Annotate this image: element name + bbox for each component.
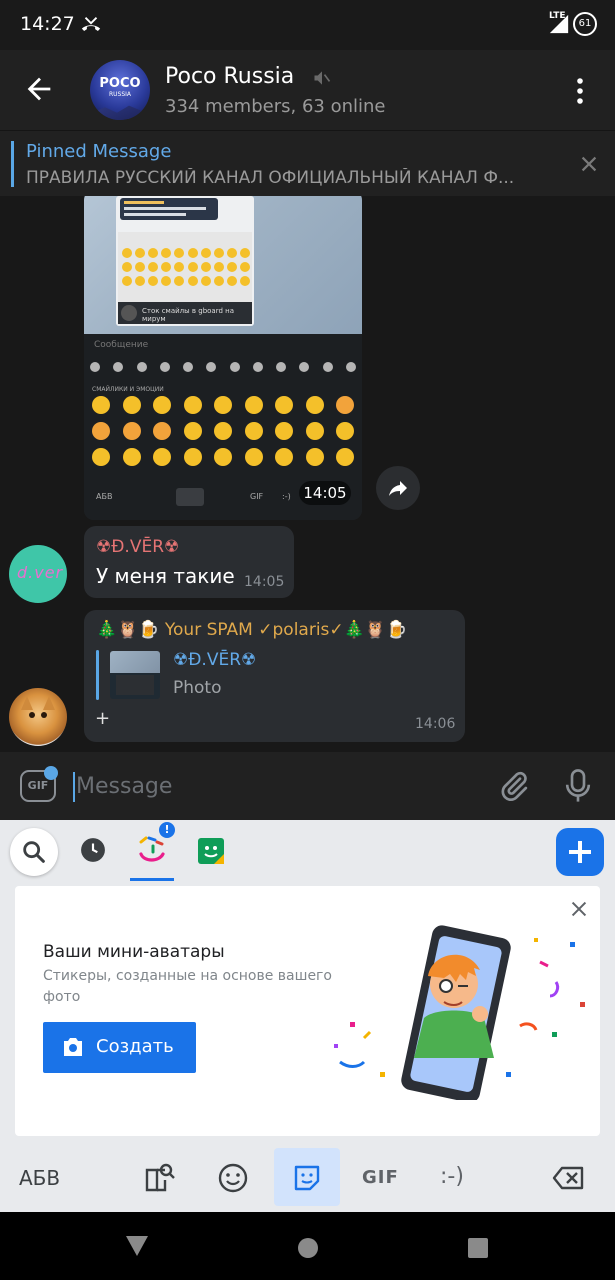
status-time: 14:27 xyxy=(20,13,75,35)
keyboard-search-tab[interactable] xyxy=(10,828,58,876)
pinned-text: ПРАВИЛА РУССКИЙ КАНАЛ ОФИЦИАЛЬНЫЙ КАНАЛ … xyxy=(26,168,515,188)
photo-chat-preview: Сток смайлы в gboard на мирум xyxy=(84,196,362,334)
signal-icon xyxy=(549,14,569,34)
photo-gif: GIF xyxy=(250,492,264,501)
chat-subtitle: 334 members, 63 online xyxy=(165,96,386,117)
gif-key[interactable]: GIF xyxy=(362,1167,399,1188)
message-text: + xyxy=(95,708,111,729)
pinned-title: Pinned Message xyxy=(26,141,172,162)
microphone-icon[interactable] xyxy=(563,768,593,804)
status-bar: 14:27 LTE 61 xyxy=(0,0,615,50)
nested-bubble xyxy=(120,198,218,220)
user-avatar[interactable]: d.ver xyxy=(9,545,67,603)
cat-avatar[interactable] xyxy=(9,688,67,746)
gif-badge xyxy=(44,766,58,780)
message-text: У меня такие xyxy=(96,564,235,588)
photo-message[interactable]: Сток смайлы в gboard на мирум Сообщение … xyxy=(84,196,362,520)
system-nav-bar xyxy=(0,1212,615,1280)
nav-home-icon[interactable] xyxy=(298,1238,318,1258)
nested-emoji-grid xyxy=(118,232,252,302)
more-vert-icon[interactable] xyxy=(570,76,590,106)
photo-input-placeholder: Сообщение xyxy=(94,340,149,350)
card-title: Ваши мини-аватары xyxy=(43,942,225,962)
paperclip-icon[interactable] xyxy=(498,770,530,802)
avatar-illustration xyxy=(334,925,585,1100)
battery-indicator: 61 xyxy=(573,12,597,36)
new-badge: ! xyxy=(159,822,175,838)
photo-category-header: СМАЙЛИКИ И ЭМОЦИИ xyxy=(92,386,164,393)
photo-selected-tab xyxy=(176,488,204,506)
add-button[interactable] xyxy=(556,828,604,876)
keyboard-tabs: ! xyxy=(0,820,615,884)
message-sender[interactable]: 🎄🦉🍺 Your SPAM ✓polaris✓🎄🦉🍺 xyxy=(96,620,407,640)
emoji-icon[interactable] xyxy=(215,1160,251,1196)
group-avatar[interactable]: POCO RUSSIA xyxy=(90,60,150,120)
photo-time: 14:05 xyxy=(299,481,351,505)
photo-emoticon: :-) xyxy=(282,492,291,501)
nav-back-icon[interactable] xyxy=(126,1236,148,1256)
sticker-key-icon xyxy=(294,1165,320,1191)
chat-title[interactable]: Poco Russia xyxy=(165,64,294,89)
sticker-icon[interactable] xyxy=(196,836,226,866)
active-tab-indicator xyxy=(130,878,174,881)
photo-abv: АБВ xyxy=(96,492,113,501)
quoted-sender[interactable]: ☢Đ.VĒR☢ xyxy=(173,650,256,670)
message-time: 14:06 xyxy=(415,716,456,732)
avatar-logo-sub: RUSSIA xyxy=(108,91,132,98)
text-cursor xyxy=(73,772,75,802)
text-message[interactable]: ☢Đ.VĒR☢ У меня такие 14:05 xyxy=(84,526,294,598)
message-input[interactable]: Message xyxy=(76,774,172,799)
avatar-logo: POCO xyxy=(99,76,141,91)
reply-message[interactable]: 🎄🦉🍺 Your SPAM ✓polaris✓🎄🦉🍺 ☢Đ.VĒR☢ Photo… xyxy=(84,610,465,742)
close-icon[interactable] xyxy=(568,898,590,920)
photo-emoji-grid xyxy=(92,396,354,474)
search-icon xyxy=(23,841,45,863)
chat-header: POCO RUSSIA Poco Russia 334 members, 63 … xyxy=(0,50,615,130)
nested-caption-text: Сток смайлы в gboard на мирум xyxy=(142,307,234,323)
message-time: 14:05 xyxy=(244,574,285,590)
abc-key[interactable]: АБВ xyxy=(19,1166,60,1190)
nav-recents-icon[interactable] xyxy=(468,1238,488,1258)
search-image-icon[interactable] xyxy=(141,1160,177,1196)
backspace-icon[interactable] xyxy=(551,1160,587,1196)
gboard-keyboard: ! Ваши мини-аватары Стикеры, созданные н… xyxy=(0,820,615,1212)
muted-icon xyxy=(314,71,331,85)
quote-bar xyxy=(96,650,99,700)
quoted-text: Photo xyxy=(173,678,222,698)
forward-button[interactable] xyxy=(376,466,420,510)
quote-thumbnail[interactable] xyxy=(110,651,160,699)
clock-icon[interactable] xyxy=(80,837,106,863)
user-avatar-text: d.ver xyxy=(17,563,64,582)
nested-screenshot: Сток смайлы в gboard на мирум xyxy=(116,196,254,326)
camera-icon xyxy=(64,1038,82,1056)
create-button-label: Создать xyxy=(96,1036,174,1057)
pinned-message[interactable]: Pinned Message ПРАВИЛА РУССКИЙ КАНАЛ ОФИ… xyxy=(0,130,615,196)
create-button[interactable]: Создать xyxy=(43,1022,196,1073)
chat-area[interactable]: Сток смайлы в gboard на мирум Сообщение … xyxy=(0,196,615,752)
pinned-accent-bar xyxy=(11,141,14,187)
message-sender[interactable]: ☢Đ.VĒR☢ xyxy=(96,537,179,557)
avatar-mountain xyxy=(90,105,150,120)
mini-avatars-card: Ваши мини-аватары Стикеры, созданные на … xyxy=(15,886,600,1136)
message-composer: GIF Message xyxy=(0,752,615,820)
close-icon[interactable] xyxy=(578,153,600,175)
share-icon xyxy=(389,481,407,496)
photo-category-row xyxy=(90,362,356,376)
emoticon-key[interactable]: :-) xyxy=(440,1164,464,1189)
keyboard-bottom-bar: АБВ GIF :-) xyxy=(0,1142,615,1212)
back-arrow-icon[interactable] xyxy=(22,72,56,106)
nested-caption: Сток смайлы в gboard на мирум xyxy=(118,302,252,324)
missed-call-icon xyxy=(81,17,101,31)
